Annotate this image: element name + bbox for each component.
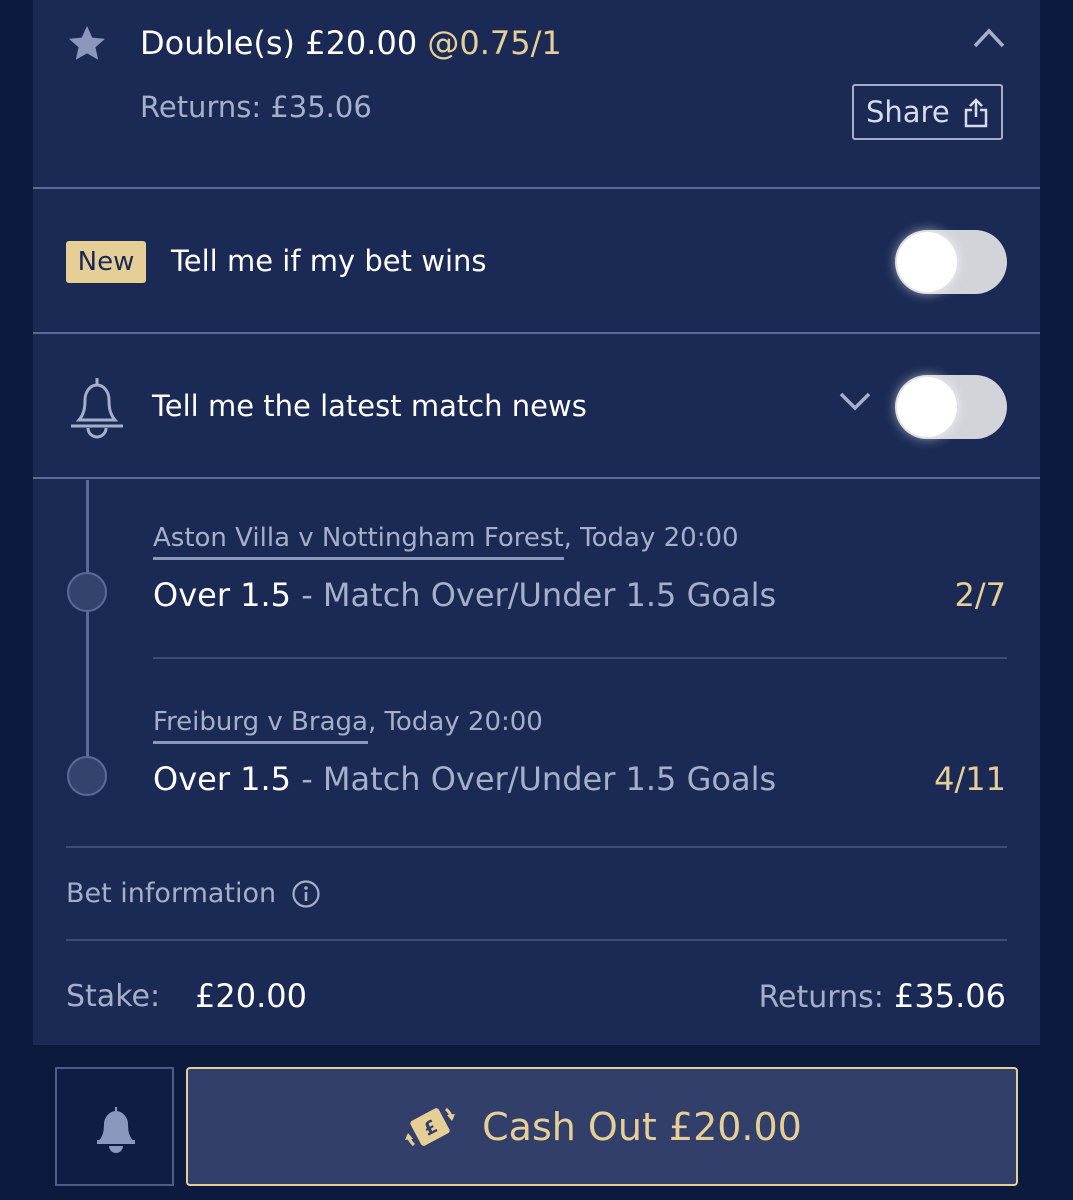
cash-out-label: Cash Out £20.00	[482, 1104, 802, 1149]
divider	[33, 187, 1040, 189]
leg-divider	[153, 657, 1007, 659]
bet-info-link[interactable]: Bet information	[66, 878, 276, 909]
leg-timeline	[86, 480, 89, 775]
news-alert-toggle[interactable]	[895, 375, 1007, 439]
share-icon	[964, 98, 988, 128]
win-alert-label: Tell me if my bet wins	[171, 244, 487, 278]
event-time: , Today 20:00	[367, 707, 543, 737]
toggle-knob	[897, 377, 957, 437]
event-link[interactable]: Aston Villa v Nottingham Forest	[153, 523, 564, 553]
divider	[66, 846, 1007, 848]
leg-selection: Over 1.5 - Match Over/Under 1.5 Goals	[153, 576, 776, 614]
news-alert-label: Tell me the latest match news	[152, 389, 587, 423]
stake-value: £20.00	[195, 977, 307, 1015]
info-icon[interactable]	[291, 879, 321, 909]
cash-out-button[interactable]: £ Cash Out £20.00	[186, 1067, 1018, 1186]
selection-name: Over 1.5	[153, 760, 292, 798]
market-name: - Match Over/Under 1.5 Goals	[291, 760, 777, 798]
cash-out-icon: £	[405, 1107, 456, 1146]
chevron-up-icon[interactable]	[971, 22, 1007, 52]
leg-dot	[67, 756, 107, 796]
star-icon[interactable]	[65, 22, 109, 66]
market-name: - Match Over/Under 1.5 Goals	[291, 576, 777, 614]
leg-event: Freiburg v Braga, Today 20:00	[153, 707, 543, 737]
toggle-knob	[897, 232, 957, 292]
bell-outline-icon	[71, 378, 123, 439]
bet-title: Double(s) £20.00 @0.75/1	[140, 24, 562, 62]
new-badge: New	[66, 241, 146, 283]
leg-selection: Over 1.5 - Match Over/Under 1.5 Goals	[153, 760, 776, 798]
leg-event: Aston Villa v Nottingham Forest, Today 2…	[153, 523, 739, 553]
leg-odds: 4/11	[934, 760, 1006, 798]
bell-icon	[97, 1107, 135, 1153]
bet-odds: @0.75/1	[427, 24, 562, 62]
divider	[33, 332, 1040, 334]
bet-type-stake: Double(s) £20.00	[140, 24, 418, 62]
notifications-button[interactable]	[55, 1067, 174, 1186]
selection-name: Over 1.5	[153, 576, 292, 614]
summary-returns: Returns: £35.06	[759, 977, 1006, 1015]
bet-card: Double(s) £20.00 @0.75/1 Returns: £35.06…	[33, 0, 1040, 1045]
returns-label: Returns:	[758, 980, 884, 1015]
divider	[66, 939, 1007, 941]
stake-label: Stake:	[66, 979, 161, 1014]
chevron-down-icon[interactable]	[837, 388, 873, 416]
event-time: , Today 20:00	[563, 523, 739, 553]
leg-dot	[67, 572, 107, 612]
leg-odds: 2/7	[954, 576, 1007, 614]
share-button[interactable]: Share	[852, 84, 1003, 140]
share-label: Share	[866, 95, 950, 129]
returns-value: £35.06	[894, 977, 1006, 1015]
event-link[interactable]: Freiburg v Braga	[153, 707, 368, 737]
header-returns: Returns: £35.06	[140, 90, 372, 124]
win-alert-toggle[interactable]	[895, 230, 1007, 294]
divider	[33, 477, 1040, 479]
